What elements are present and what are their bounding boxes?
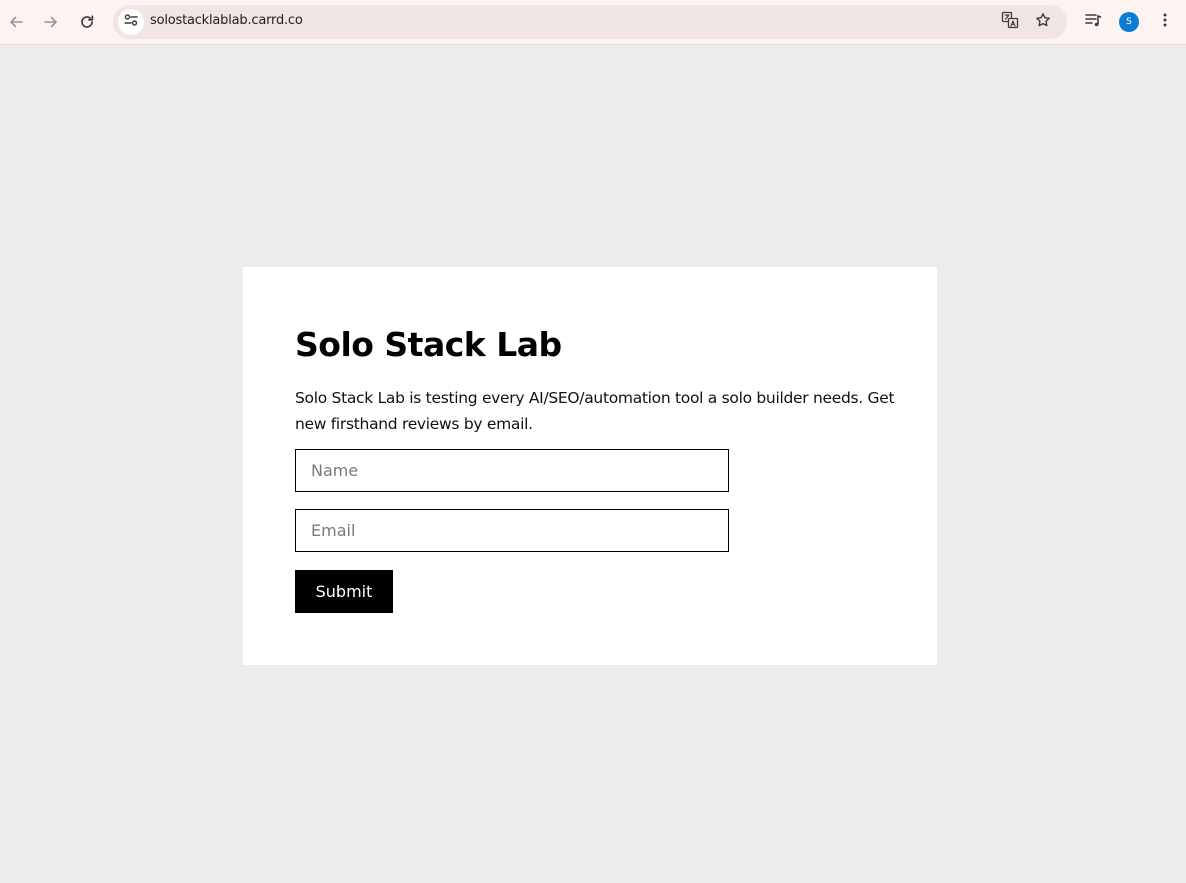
name-input[interactable] [295,449,729,492]
media-queue-icon [1084,11,1102,33]
browser-menu-button[interactable] [1153,10,1177,34]
page-title: Solo Stack Lab [295,325,562,364]
tune-icon [123,12,139,32]
kebab-menu-icon [1157,12,1173,32]
translate-icon [1001,11,1019,33]
arrow-right-icon [43,14,59,30]
forward-button[interactable] [36,7,66,37]
profile-initial: S [1126,17,1132,27]
site-info-button[interactable] [118,9,144,35]
arrow-left-icon [8,14,24,30]
submit-button[interactable]: Submit [295,570,393,613]
address-bar[interactable]: solostacklablab.carrd.co [113,5,1067,39]
star-icon [1035,12,1051,32]
translate-button[interactable] [998,10,1022,34]
page-description: Solo Stack Lab is testing every AI/SEO/a… [295,389,895,433]
signup-card: Solo Stack Lab Solo Stack Lab is testing… [243,267,937,665]
url-text[interactable]: solostacklablab.carrd.co [150,13,303,28]
reload-button[interactable] [72,7,102,37]
bookmark-button[interactable] [1031,10,1055,34]
back-button[interactable] [1,7,31,37]
media-queue-button[interactable] [1081,10,1105,34]
email-input[interactable] [295,509,729,552]
browser-toolbar: solostacklablab.carrd.co S [0,0,1186,45]
profile-avatar[interactable]: S [1119,12,1139,32]
reload-icon [79,14,95,30]
